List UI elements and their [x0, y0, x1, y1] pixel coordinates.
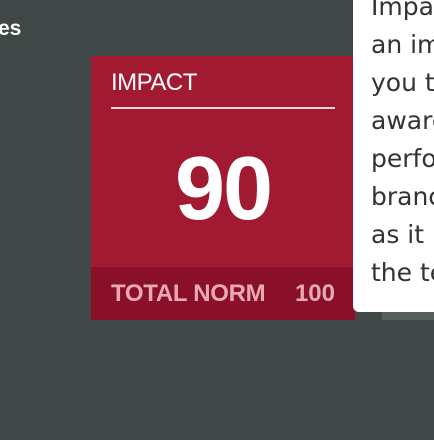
card-divider — [111, 107, 335, 109]
total-norm-label: TOTAL NORM — [111, 280, 266, 307]
section-label: es — [0, 17, 22, 40]
tooltip-line: as it i — [371, 220, 434, 249]
tooltip-text: Impac an im you t aware perfo branc as i… — [371, 0, 434, 292]
tooltip-line: perfo — [371, 144, 434, 173]
total-norm-value: 100 — [294, 280, 335, 307]
impact-card[interactable]: IMPACT 90 TOTAL NORM 100 — [91, 56, 355, 320]
impact-score: 90 — [174, 139, 273, 239]
info-tooltip: Impac an im you t aware perfo branc as i… — [353, 0, 434, 312]
card-footer: TOTAL NORM 100 — [91, 267, 355, 320]
tooltip-line: Impac — [371, 0, 434, 21]
tooltip-line: you t — [371, 68, 434, 97]
tooltip-line: the te — [371, 258, 434, 287]
tooltip-line: aware — [371, 106, 434, 135]
card-title: IMPACT — [111, 69, 197, 96]
tooltip-line: branc — [371, 182, 434, 211]
tooltip-line: an im — [371, 30, 434, 59]
